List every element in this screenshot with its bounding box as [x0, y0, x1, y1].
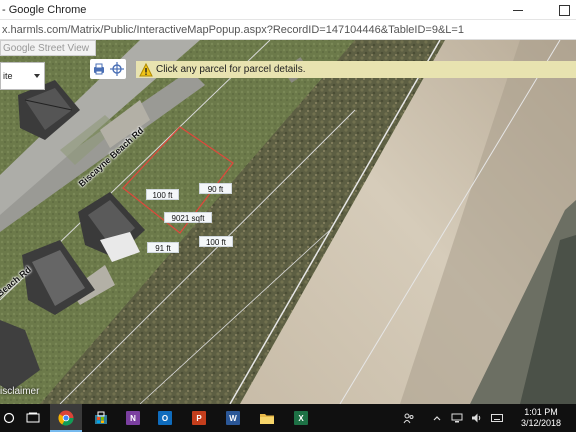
- folder-icon[interactable]: [254, 404, 280, 432]
- street-view-button[interactable]: Google Street View: [0, 40, 96, 56]
- map-viewport[interactable]: 100 ft 90 ft 9021 sqft 91 ft 100 ft Bisc…: [0, 40, 576, 404]
- crosshair-icon[interactable]: [110, 62, 124, 76]
- address-bar[interactable]: x.harmls.com/Matrix/Public/InteractiveMa…: [0, 20, 576, 40]
- url-text: x.harmls.com/Matrix/Public/InteractiveMa…: [2, 23, 464, 36]
- warning-icon: [139, 62, 153, 76]
- volume-icon[interactable]: [470, 411, 484, 425]
- chevron-down-icon: [34, 74, 40, 78]
- store-icon[interactable]: [88, 404, 114, 432]
- satellite-image: [0, 40, 576, 404]
- task-view-icon[interactable]: [20, 404, 46, 432]
- network-icon[interactable]: [450, 411, 464, 425]
- search-ring-icon[interactable]: [0, 404, 18, 432]
- parcel-dimension-label: 100 ft: [199, 236, 233, 247]
- chrome-icon[interactable]: [50, 404, 82, 432]
- outlook-icon[interactable]: O: [152, 404, 178, 432]
- map-toolbar: [90, 59, 126, 79]
- parcel-area-label: 9021 sqft: [164, 212, 212, 223]
- clock-time: 1:01 PM: [524, 407, 558, 417]
- parcel-dimension-label: 91 ft: [147, 242, 179, 253]
- minimize-icon[interactable]: [506, 0, 530, 20]
- onenote-icon[interactable]: N: [120, 404, 146, 432]
- people-icon[interactable]: [402, 411, 416, 425]
- clock-date: 3/12/2018: [520, 418, 562, 428]
- excel-icon[interactable]: X: [288, 404, 314, 432]
- map-layer-select[interactable]: ite: [0, 62, 45, 90]
- print-icon[interactable]: [92, 62, 106, 76]
- word-icon[interactable]: W: [220, 404, 246, 432]
- layer-select-value: ite: [3, 71, 13, 81]
- powerpoint-icon[interactable]: P: [186, 404, 212, 432]
- chevron-up-icon[interactable]: [430, 411, 444, 425]
- taskbar: N O P W X 1:01 PM 3/12/2018: [0, 404, 576, 432]
- maximize-icon[interactable]: [552, 0, 576, 20]
- title-bar: - Google Chrome: [0, 0, 576, 20]
- parcel-dimension-label: 100 ft: [146, 189, 179, 200]
- parcel-dimension-label: 90 ft: [199, 183, 232, 194]
- parcel-hint-text: Click any parcel for parcel details.: [156, 64, 306, 75]
- window-title: - Google Chrome: [2, 3, 87, 16]
- parcel-hint-bar: Click any parcel for parcel details.: [136, 61, 576, 78]
- disclaimer-link[interactable]: isclaimer: [0, 386, 39, 397]
- keyboard-icon[interactable]: [490, 411, 504, 425]
- system-clock[interactable]: 1:01 PM 3/12/2018: [516, 407, 566, 429]
